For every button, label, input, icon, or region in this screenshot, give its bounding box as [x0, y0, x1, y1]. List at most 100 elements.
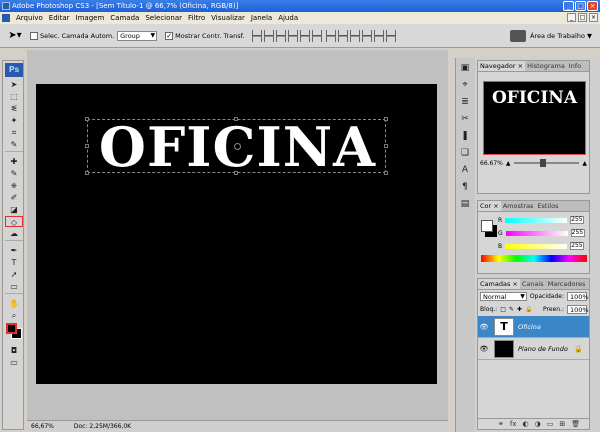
- doc-close-button[interactable]: ×: [589, 13, 598, 22]
- show-transform-checkbox[interactable]: [165, 31, 174, 40]
- zoom-tool-icon[interactable]: ⌕: [5, 310, 23, 321]
- tab-channels[interactable]: Canais: [520, 279, 546, 289]
- document-size-info[interactable]: Doc: 2,25M/366,0K: [74, 423, 131, 430]
- menu-janela[interactable]: Janela: [248, 12, 275, 24]
- healing-brush-tool-icon[interactable]: ✚: [5, 156, 23, 167]
- transform-center-point[interactable]: [234, 143, 241, 150]
- transform-handle[interactable]: [234, 117, 238, 121]
- color-spectrum-ramp[interactable]: [481, 255, 587, 262]
- lock-all-icon[interactable]: 🔒: [525, 306, 532, 313]
- doc-minimize-button[interactable]: _: [567, 13, 576, 22]
- type-tool-icon[interactable]: T: [5, 257, 23, 268]
- transform-handle[interactable]: [384, 171, 388, 175]
- menu-selecionar[interactable]: Selecionar: [142, 12, 185, 24]
- adjustment-layer-icon[interactable]: ◑: [535, 420, 541, 428]
- ps-menu-icon[interactable]: [2, 14, 10, 22]
- magic-wand-tool-icon[interactable]: ✦: [5, 115, 23, 126]
- tab-info[interactable]: Info: [567, 61, 583, 71]
- layer-style-icon[interactable]: fx: [510, 420, 517, 428]
- history-dock-icon[interactable]: ≣: [458, 95, 472, 109]
- red-value-input[interactable]: 255: [570, 216, 585, 224]
- text-layer-bounds[interactable]: OFICINA: [85, 117, 388, 175]
- move-tool-icon[interactable]: ➤: [5, 79, 23, 90]
- eye-icon[interactable]: 👁: [478, 345, 490, 353]
- blue-slider[interactable]: [505, 243, 568, 249]
- align-hcenter-icon[interactable]: [299, 29, 310, 42]
- auto-select-dropdown[interactable]: Group ▼: [117, 30, 158, 41]
- menu-filtro[interactable]: Filtro: [185, 12, 208, 24]
- fill-input[interactable]: 100%: [567, 305, 589, 314]
- foreground-swatch[interactable]: [481, 220, 493, 232]
- canvas[interactable]: OFICINA: [36, 84, 437, 384]
- lasso-tool-icon[interactable]: ᓬ: [5, 103, 23, 114]
- transform-handle[interactable]: [85, 144, 89, 148]
- distribute-vcenter-icon[interactable]: [337, 29, 348, 42]
- brush-tool-icon[interactable]: ✎: [5, 168, 23, 179]
- tab-navigator[interactable]: Navegador ×: [478, 61, 526, 71]
- menu-camada[interactable]: Camada: [107, 12, 142, 24]
- auto-select-checkbox[interactable]: [30, 31, 38, 40]
- lock-image-icon[interactable]: ✎: [509, 306, 514, 313]
- minimize-button[interactable]: _: [563, 1, 574, 11]
- path-selection-tool-icon[interactable]: ➚: [5, 269, 23, 280]
- new-group-icon[interactable]: ▭: [547, 420, 554, 428]
- green-value-input[interactable]: 255: [570, 229, 585, 237]
- brushes-icon[interactable]: [510, 30, 527, 42]
- layer-comps-dock-icon[interactable]: ▤: [458, 197, 472, 211]
- layer-name-oficina[interactable]: Oficina: [518, 323, 541, 331]
- menu-imagem[interactable]: Imagem: [73, 12, 108, 24]
- tab-styles[interactable]: Estilos: [535, 201, 560, 211]
- info-dock-icon[interactable]: ⌖: [458, 78, 472, 92]
- distribute-top-icon[interactable]: [325, 29, 336, 42]
- eyedropper-tool-icon[interactable]: ✎: [5, 139, 23, 150]
- slider-knob[interactable]: [539, 159, 546, 167]
- pen-tool-icon[interactable]: ✒: [5, 245, 23, 256]
- align-right-icon[interactable]: [311, 29, 322, 42]
- new-layer-icon[interactable]: ⊞: [559, 420, 565, 428]
- align-bottom-icon[interactable]: [275, 29, 286, 42]
- foreground-color-swatch[interactable]: [6, 323, 17, 334]
- blur-tool-icon[interactable]: ☁: [5, 228, 23, 239]
- align-top-icon[interactable]: [251, 29, 262, 42]
- trash-icon[interactable]: 🗑: [571, 420, 580, 428]
- eye-icon[interactable]: 👁: [478, 323, 490, 331]
- blend-mode-dropdown[interactable]: Normal ▼: [480, 292, 527, 301]
- move-tool-preset-icon[interactable]: ➤▾: [4, 28, 26, 44]
- crop-tool-icon[interactable]: ⌗: [5, 127, 23, 138]
- blue-value-input[interactable]: 255: [570, 242, 585, 250]
- distribute-hcenter-icon[interactable]: [373, 29, 384, 42]
- marquee-tool-icon[interactable]: ⬚: [5, 91, 23, 102]
- transform-handle[interactable]: [384, 117, 388, 121]
- layer-name-background[interactable]: Plano de Fundo: [518, 345, 568, 353]
- zoom-level[interactable]: 66,67%: [31, 423, 54, 430]
- align-left-icon[interactable]: [287, 29, 298, 42]
- paragraph-dock-icon[interactable]: ¶: [458, 180, 472, 194]
- transform-handle[interactable]: [384, 144, 388, 148]
- shape-tool-icon[interactable]: ▭: [5, 281, 23, 292]
- hand-tool-icon[interactable]: ✋: [5, 298, 23, 309]
- tab-color[interactable]: Cor ×: [478, 201, 501, 211]
- clone-source-dock-icon[interactable]: ❏: [458, 146, 472, 160]
- screen-mode-icon[interactable]: ▭: [5, 357, 23, 368]
- character-dock-icon[interactable]: A: [458, 163, 472, 177]
- menu-editar[interactable]: Editar: [46, 12, 73, 24]
- eraser-tool-icon[interactable]: ◪: [5, 204, 23, 215]
- red-slider[interactable]: [505, 217, 568, 223]
- layer-row-background[interactable]: 👁 Plano de Fundo 🔒: [478, 338, 589, 360]
- zoom-out-icon[interactable]: ▲: [506, 160, 511, 167]
- lock-transparency-icon[interactable]: □: [500, 306, 506, 313]
- transform-handle[interactable]: [85, 171, 89, 175]
- tab-layers[interactable]: Camadas ×: [478, 279, 520, 289]
- navigator-zoom-value[interactable]: 66.67%: [480, 160, 503, 167]
- quick-mask-icon[interactable]: ◘: [5, 345, 23, 356]
- menu-ajuda[interactable]: Ajuda: [275, 12, 301, 24]
- navigator-preview[interactable]: OFICINA: [483, 81, 586, 155]
- distribute-bottom-icon[interactable]: [349, 29, 360, 42]
- layer-mask-icon[interactable]: ◐: [522, 420, 528, 428]
- lock-position-icon[interactable]: ✚: [517, 306, 522, 313]
- tab-histogram[interactable]: Histograma: [525, 61, 567, 71]
- tab-paths[interactable]: Marcadores: [546, 279, 588, 289]
- distribute-left-icon[interactable]: [361, 29, 372, 42]
- green-slider[interactable]: [505, 230, 568, 236]
- menu-visualizar[interactable]: Visualizar: [208, 12, 248, 24]
